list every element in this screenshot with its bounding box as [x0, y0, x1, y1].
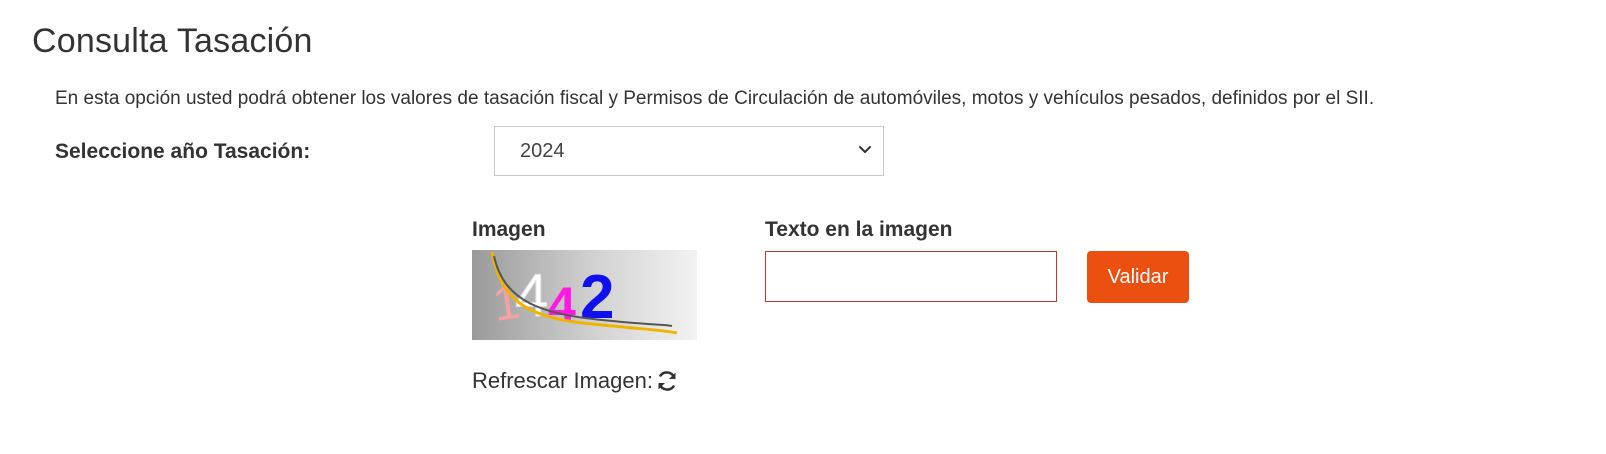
year-select-value: 2024	[520, 140, 565, 162]
page: Consulta Tasación En esta opción usted p…	[0, 0, 1606, 454]
year-select-label: Seleccione año Tasación:	[55, 140, 311, 163]
page-title: Consulta Tasación	[32, 22, 313, 60]
captcha-text-input[interactable]	[765, 251, 1057, 302]
refresh-image-link[interactable]: Refrescar Imagen:	[472, 368, 679, 394]
captcha-image: 1 4 4 2	[472, 250, 697, 340]
refresh-image-label: Refrescar Imagen:	[472, 368, 653, 393]
svg-text:4: 4	[515, 262, 548, 329]
refresh-icon[interactable]	[655, 369, 679, 393]
year-select[interactable]: 2024	[494, 126, 884, 176]
captcha-image-heading: Imagen	[472, 218, 546, 241]
captcha-text-heading: Texto en la imagen	[765, 218, 953, 241]
validate-button[interactable]: Validar	[1087, 251, 1189, 303]
intro-text: En esta opción usted podrá obtener los v…	[55, 88, 1375, 109]
chevron-down-icon	[859, 146, 871, 153]
svg-text:4: 4	[548, 277, 576, 333]
